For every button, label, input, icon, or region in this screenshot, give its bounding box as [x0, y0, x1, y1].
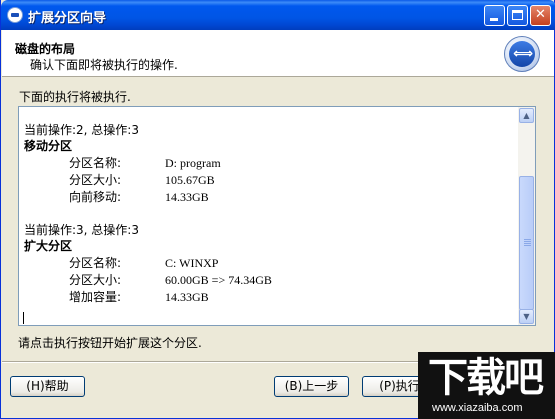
operations-textbox[interactable]: 当前操作:2, 总操作:3 移动分区 分区名称: D: program 分区大小… — [18, 106, 536, 326]
field-value: 14.33GB — [165, 190, 209, 204]
operation-progress: 当前操作:2, 总操作:3 — [24, 123, 139, 137]
scroll-thumb[interactable] — [519, 176, 534, 310]
scroll-up-button[interactable]: ▲ — [519, 108, 534, 123]
header-title: 磁盘的布局 — [15, 42, 76, 56]
resize-arrows-icon: ⟺ — [504, 36, 540, 72]
watermark-logo: 下载吧 www.xiazaiba.com — [418, 352, 555, 419]
field-value: D: program — [165, 156, 221, 170]
operation-title: 移动分区 — [24, 139, 73, 153]
wizard-header: 磁盘的布局 确认下面即将被执行的操作. ⟺ — [2, 30, 554, 77]
field-value: 105.67GB — [165, 173, 215, 187]
description-label: 下面的执行将被执行. — [19, 90, 131, 104]
text-caret — [23, 312, 24, 324]
hint-label: 请点击执行按钮开始扩展这个分区. — [18, 336, 202, 350]
wizard-window: 扩展分区向导 ✕ 磁盘的布局 确认下面即将被执行的操作. ⟺ 下面的执行将被执行… — [0, 0, 555, 419]
window-title: 扩展分区向导 — [28, 11, 107, 26]
scroll-down-button[interactable]: ▼ — [519, 309, 534, 324]
field-value: 60.00GB => 74.34GB — [165, 273, 272, 287]
vertical-scrollbar[interactable]: ▲ ▼ — [518, 107, 535, 325]
field-row: 增加容量: 14.33GB — [24, 289, 514, 306]
close-button[interactable]: ✕ — [530, 5, 551, 26]
maximize-button[interactable] — [507, 5, 528, 26]
field-row: 分区名称: C: WINXP — [24, 255, 514, 272]
field-value: 14.33GB — [165, 290, 209, 304]
close-icon: ✕ — [535, 7, 546, 22]
back-button[interactable]: (B)上一步 — [274, 376, 349, 397]
arrow-up-icon: ▲ — [523, 111, 530, 120]
field-row: 向前移动: 14.33GB — [24, 189, 514, 206]
field-row: 分区名称: D: program — [24, 155, 514, 172]
field-key: 分区大小: — [69, 273, 122, 287]
app-icon — [7, 7, 23, 23]
field-key: 向前移动: — [69, 190, 122, 204]
grip-icon — [524, 239, 531, 246]
arrow-down-icon: ▼ — [523, 312, 530, 321]
field-key: 分区大小: — [69, 173, 122, 187]
field-key: 增加容量: — [69, 290, 122, 304]
field-key: 分区名称: — [69, 156, 122, 170]
help-button[interactable]: (H)帮助 — [10, 376, 85, 397]
title-bar[interactable]: 扩展分区向导 ✕ — [1, 0, 555, 30]
header-subtitle: 确认下面即将被执行的操作. — [30, 58, 178, 72]
field-row: 分区大小: 105.67GB — [24, 172, 514, 189]
field-row: 分区大小: 60.00GB => 74.34GB — [24, 272, 514, 289]
watermark-url: www.xiazaiba.com — [432, 402, 523, 414]
watermark-text: 下载吧 — [428, 355, 544, 401]
operation-progress: 当前操作:3, 总操作:3 — [24, 223, 139, 237]
minimize-button[interactable] — [484, 5, 505, 26]
field-value: C: WINXP — [165, 256, 219, 270]
maximize-icon — [512, 10, 523, 20]
minimize-icon — [490, 18, 498, 21]
field-key: 分区名称: — [69, 256, 122, 270]
operation-title: 扩大分区 — [24, 239, 73, 253]
